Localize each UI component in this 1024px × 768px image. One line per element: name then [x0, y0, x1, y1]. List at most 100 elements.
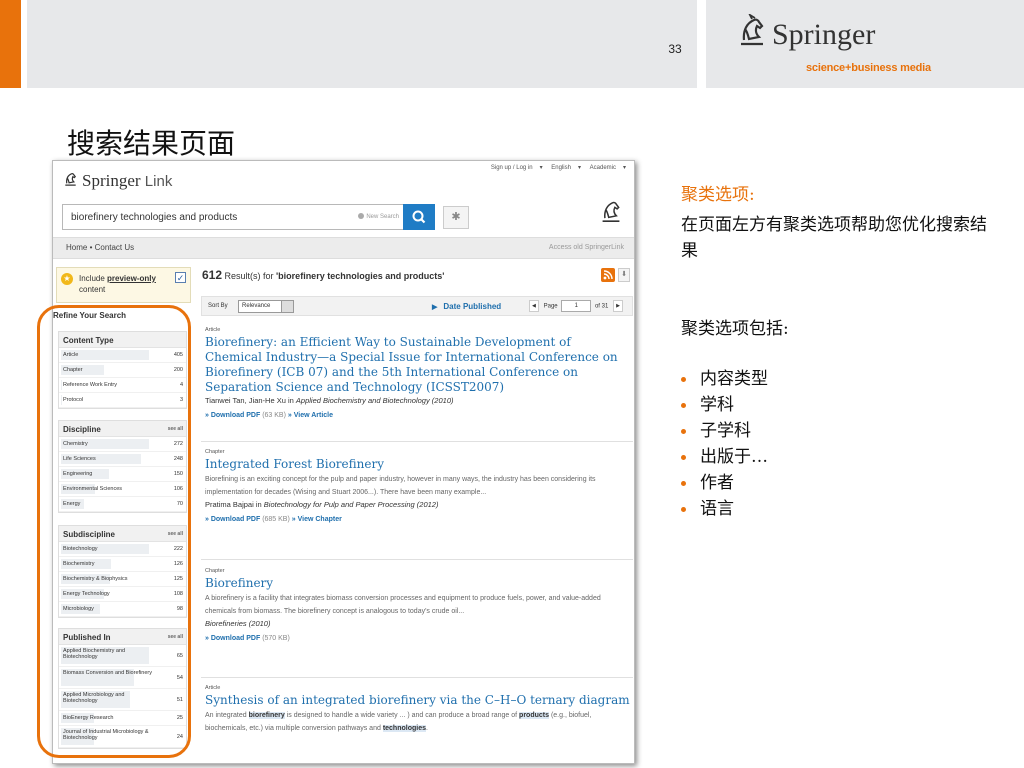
result-item: Chapter Biorefinery A biorefinery is a f… — [205, 568, 630, 642]
facet-item[interactable]: Biochemistry & Biophysics 125 — [59, 572, 186, 587]
facet-item[interactable]: Biotechnology 222 — [59, 542, 186, 557]
facet-item-count: 272 — [173, 441, 183, 447]
facet-header: Subdiscipline see all — [59, 526, 186, 542]
facet-item[interactable]: Engineering 150 — [59, 467, 186, 482]
facet-item[interactable]: Life Sciences 248 — [59, 452, 186, 467]
facet-discipline: Discipline see all Chemistry 272 Life Scienc… — [58, 420, 187, 513]
preview-only-link[interactable]: preview-only — [107, 274, 156, 283]
new-search-link[interactable]: New Search — [358, 213, 399, 220]
download-pdf-link[interactable]: » Download PDF — [205, 635, 260, 642]
cluster-options-list: 内容类型 学科 子学科 出版于… 作者 语言 — [681, 366, 768, 522]
result-divider — [201, 559, 633, 560]
search-query: biorefinery technologies and products — [71, 212, 238, 223]
facet-item[interactable]: Microbiology 98 — [59, 602, 186, 617]
facet-item[interactable]: Journal of Industrial Microbiology & Bio… — [59, 726, 186, 748]
facet-content-type: Content Type Article 405 Chapter 200 Referenc… — [58, 331, 187, 409]
search-button[interactable] — [403, 204, 435, 230]
download-pdf-link[interactable]: » Download PDF — [205, 412, 260, 419]
play-icon: ▶ — [432, 304, 438, 311]
facet-item-count: 65 — [176, 653, 183, 659]
facet-item-label: Applied Biochemistry and Biotechnology — [63, 648, 126, 660]
facet-item-label: Applied Microbiology and Biotechnology — [63, 692, 125, 704]
facet-item[interactable]: Chemistry 272 — [59, 437, 186, 452]
rss-icon[interactable] — [601, 268, 615, 282]
chevron-down-icon — [281, 301, 293, 312]
facet-item-count: 3 — [179, 397, 183, 403]
search-icon — [412, 210, 426, 224]
springer-logo-word: Springer — [772, 18, 876, 51]
sort-select[interactable]: Relevance — [238, 300, 294, 313]
result-type: Article — [205, 327, 221, 333]
facet-item[interactable]: Applied Microbiology and Biotechnology 51 — [59, 689, 186, 711]
download-pdf-link[interactable]: » Download PDF — [205, 516, 260, 523]
facet-item-count: 126 — [173, 561, 183, 567]
slide-title: 搜索结果页面 — [67, 127, 236, 160]
preview-checkbox[interactable]: ✓ — [175, 272, 186, 283]
facet-item-count: 248 — [173, 456, 183, 462]
facet-header: Content Type — [59, 332, 186, 348]
facet-item-label: Engineering — [63, 471, 93, 477]
prev-page-button[interactable]: ◀ — [528, 300, 539, 312]
old-springerlink-link[interactable]: Access old SpringerLink — [549, 244, 624, 251]
settings-button[interactable]: ✱ — [443, 206, 469, 229]
result-title[interactable]: Synthesis of an integrated biorefinery v… — [205, 693, 630, 708]
facet-item[interactable]: Environmental Sciences 106 — [59, 482, 186, 497]
list-item: 学科 — [681, 392, 768, 418]
facet-item-label: Article — [63, 352, 79, 358]
facet-item[interactable]: Applied Biochemistry and Biotechnology 65 — [59, 645, 186, 667]
view-article-link[interactable]: » View Article — [288, 412, 333, 419]
result-type: Article — [205, 685, 221, 691]
facet-item-count: 4 — [179, 382, 183, 388]
facet-item-count: 54 — [176, 675, 183, 681]
result-divider — [201, 677, 633, 678]
facet-item[interactable]: Energy 70 — [59, 497, 186, 512]
springer-tagline: science+business media — [806, 62, 931, 74]
springerlink-logo[interactable]: Springer Link — [62, 171, 172, 191]
facet-item[interactable]: Biochemistry 126 — [59, 557, 186, 572]
view-chapter-link[interactable]: » View Chapter — [292, 516, 342, 523]
facet-item[interactable]: Energy Technology 108 — [59, 587, 186, 602]
facet-item-label: Chemistry — [63, 441, 88, 447]
facet-item[interactable]: Article 405 — [59, 348, 186, 363]
result-title[interactable]: Integrated Forest Biorefinery — [205, 457, 630, 472]
date-published-toggle[interactable]: ▶ Date Published — [432, 302, 501, 311]
facet-item-label: Biochemistry — [63, 561, 95, 567]
facet-item[interactable]: BioEnergy Research 25 — [59, 711, 186, 726]
facet-item[interactable]: Biomass Conversion and Biorefinery 54 — [59, 667, 186, 689]
result-item: Article Biorefinery: an Efficient Way to… — [205, 327, 630, 419]
preview-only-label: Include preview-only content — [79, 274, 156, 294]
academic-menu[interactable]: Academic — [590, 165, 616, 171]
bullet-icon — [681, 429, 686, 434]
facet-item-count: 51 — [176, 697, 183, 703]
list-item: 出版于… — [681, 444, 768, 470]
new-search-label: New Search — [366, 214, 399, 220]
accent-bar — [0, 0, 21, 88]
see-all-link[interactable]: see all — [168, 531, 183, 537]
facet-item[interactable]: Chapter 200 — [59, 363, 186, 378]
result-title[interactable]: Biorefinery: an Efficient Way to Sustain… — [205, 335, 630, 395]
page-input[interactable]: 1 — [561, 300, 592, 312]
panel-heading: 聚类选项: — [681, 185, 755, 205]
facet-item-count: 150 — [173, 471, 183, 477]
see-all-link[interactable]: see all — [168, 634, 183, 640]
language-menu[interactable]: English — [551, 165, 571, 171]
facet-item[interactable]: Protocol 3 — [59, 393, 186, 408]
facet-item[interactable]: Reference Work Entry 4 — [59, 378, 186, 393]
nav-home-contact[interactable]: Home • Contact Us — [66, 243, 134, 252]
top-nav: Sign up / Log in ▾ English ▾ Academic ▾ — [490, 165, 626, 171]
springer-horse-icon — [741, 14, 764, 46]
bullet-icon — [681, 507, 686, 512]
facet-item-label: Biochemistry & Biophysics — [63, 576, 128, 582]
facet-item-count: 405 — [173, 352, 183, 358]
facet-published-in: Published In see all Applied Biochemistry … — [58, 628, 187, 749]
login-link[interactable]: Sign up / Log in — [491, 165, 533, 171]
preview-only-toggle[interactable]: ★ Include preview-only content ✓ — [56, 267, 191, 303]
result-title[interactable]: Biorefinery — [205, 576, 630, 591]
next-page-button[interactable]: ▶ — [613, 300, 623, 312]
results-count: 612 Result(s) for 'biorefinery technolog… — [202, 268, 445, 282]
result-author: Tianwei Tan, Jian-He Xu in Applied Bioch… — [205, 396, 454, 405]
search-input[interactable]: biorefinery technologies and products Ne… — [62, 204, 404, 230]
download-icon[interactable]: ⬇ — [618, 268, 630, 282]
facet-bar — [61, 395, 62, 405]
see-all-link[interactable]: see all — [168, 426, 183, 432]
